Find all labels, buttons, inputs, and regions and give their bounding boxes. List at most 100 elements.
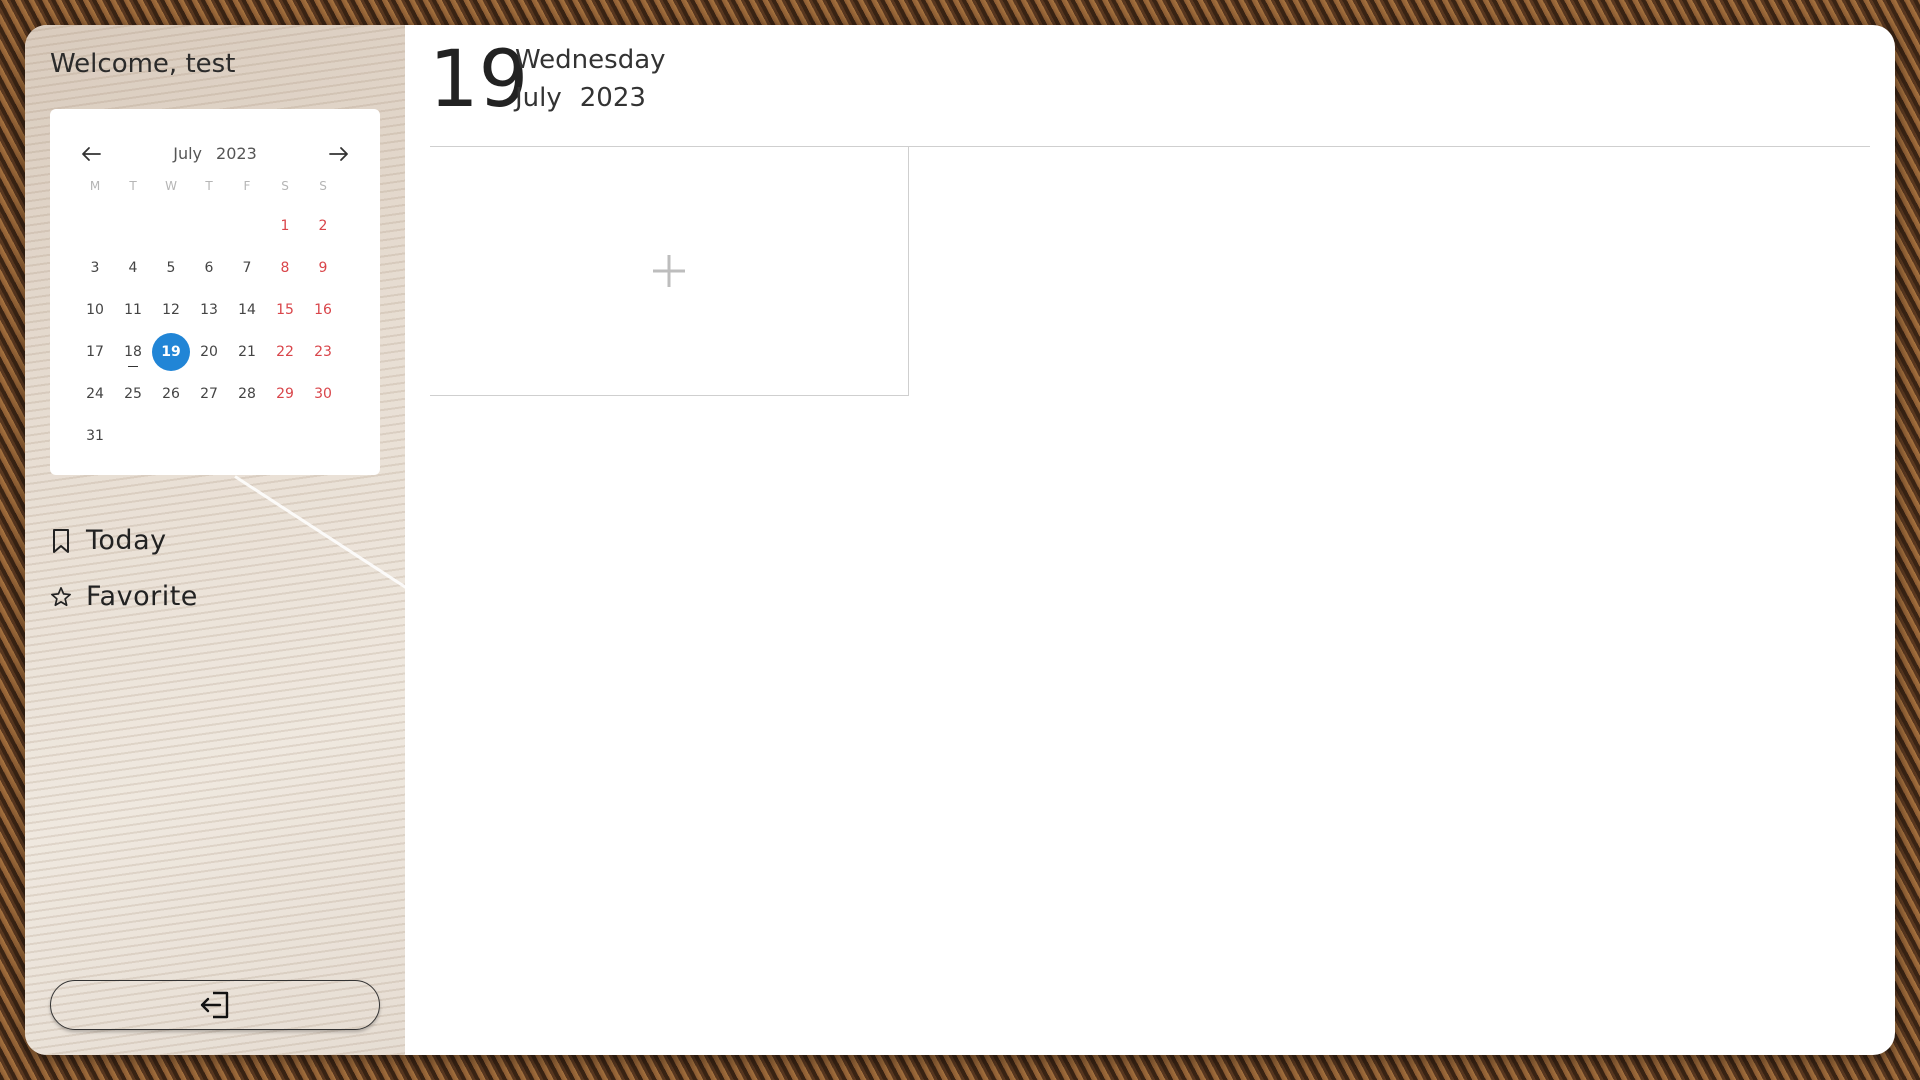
header-month: July — [515, 83, 562, 113]
calendar-day-number: 7 — [242, 260, 252, 276]
calendar-day[interactable]: 1 — [266, 205, 304, 247]
plus-icon — [653, 255, 685, 287]
star-icon — [51, 586, 71, 606]
calendar-day-number: 11 — [124, 302, 142, 318]
calendar-day-number: 27 — [200, 386, 218, 402]
calendar-day[interactable]: 24 — [76, 373, 114, 415]
calendar-day[interactable]: 13 — [190, 289, 228, 331]
calendar-day[interactable]: 31 — [76, 415, 114, 457]
calendar-empty-cell — [114, 415, 152, 457]
calendar-day-number: 29 — [276, 386, 294, 402]
weekday-label: Wednesday — [515, 45, 666, 75]
calendar-day[interactable]: 12 — [152, 289, 190, 331]
calendar-days: 1 2 3 4 5 6 7 8 9 10 11 12 13 14 15 16 17 18 19 20 21 22 23 24 2… — [76, 205, 361, 457]
calendar-day[interactable]: 9 — [304, 247, 342, 289]
calendar-day[interactable]: 21 — [228, 331, 266, 373]
logout-button[interactable] — [50, 980, 380, 1030]
calendar-day-number: 3 — [90, 260, 100, 276]
calendar-day-number: 28 — [238, 386, 256, 402]
weekday-header: T — [205, 179, 213, 193]
next-month-button[interactable] — [324, 139, 354, 169]
calendar-day[interactable]: 27 — [190, 373, 228, 415]
calendar-day-number: 9 — [318, 260, 328, 276]
calendar-week-row: 12 — [76, 205, 361, 247]
main-panel: 19 Wednesday July 2023 — [405, 25, 1895, 1055]
calendar-day-number: 22 — [276, 344, 294, 360]
calendar-day-number: 31 — [86, 428, 104, 444]
calendar-week-row: 31 — [76, 415, 361, 457]
app-window: Welcome, test July 2023 MTWTFSS 123 4 5 … — [25, 25, 1895, 1055]
calendar-day-number: 16 — [314, 302, 332, 318]
calendar-day-number: 21 — [238, 344, 256, 360]
calendar-day-number: 19 — [152, 333, 190, 371]
header-year: 2023 — [579, 83, 646, 113]
calendar-day-number: 13 — [200, 302, 218, 318]
calendar-day-number: 2 — [318, 218, 328, 234]
calendar-day[interactable]: 2 — [304, 205, 342, 247]
calendar-empty-cell — [114, 205, 152, 247]
weekday-header-row: MTWTFSS — [76, 179, 361, 193]
calendar-empty-cell — [76, 205, 114, 247]
calendar-day-number: 17 — [86, 344, 104, 360]
weekday-header: W — [165, 179, 177, 193]
weekday-header: T — [129, 179, 137, 193]
calendar-day[interactable]: 22 — [266, 331, 304, 373]
bookmark-icon — [53, 528, 69, 553]
weekday-header: M — [89, 179, 101, 193]
calendar-day[interactable]: 26 — [152, 373, 190, 415]
welcome-text: Welcome, test — [50, 49, 236, 79]
calendar-day[interactable]: 14 — [228, 289, 266, 331]
nav-item-favorite[interactable]: Favorite — [50, 581, 198, 612]
calendar-empty-cell — [266, 415, 304, 457]
nav-item-label: Today — [86, 525, 167, 556]
calendar-day-number: 5 — [166, 260, 176, 276]
calendar-year[interactable]: 2023 — [216, 144, 257, 163]
add-task-card[interactable] — [430, 147, 909, 396]
calendar-day[interactable]: 11 — [114, 289, 152, 331]
calendar-day[interactable]: 3 — [76, 247, 114, 289]
calendar-week-row: 17 18 19 20 21 22 23 — [76, 331, 361, 373]
calendar-empty-cell — [228, 205, 266, 247]
calendar-day[interactable]: 25 — [114, 373, 152, 415]
calendar-day[interactable]: 4 — [114, 247, 152, 289]
nav-item-label: Favorite — [86, 581, 198, 612]
calendar-day-number: 18 — [124, 344, 142, 360]
calendar-day[interactable]: 20 — [190, 331, 228, 373]
calendar-day-number: 14 — [238, 302, 256, 318]
calendar-empty-cell — [228, 415, 266, 457]
day-number: 19 — [429, 35, 529, 125]
nav-item-today[interactable]: Today — [50, 525, 167, 556]
calendar-empty-cell — [304, 415, 342, 457]
calendar-day[interactable]: 8 — [266, 247, 304, 289]
calendar-day[interactable]: 19 — [152, 331, 190, 373]
calendar-day[interactable]: 28 — [228, 373, 266, 415]
calendar-day-number: 8 — [280, 260, 290, 276]
calendar-month[interactable]: July — [173, 144, 202, 163]
calendar-day[interactable]: 5 — [152, 247, 190, 289]
calendar-empty-cell — [152, 415, 190, 457]
sidebar: Welcome, test July 2023 MTWTFSS 123 4 5 … — [25, 25, 405, 1055]
calendar-day[interactable]: 16 — [304, 289, 342, 331]
calendar-day[interactable]: 10 — [76, 289, 114, 331]
calendar-day-number: 24 — [86, 386, 104, 402]
calendar-empty-cell — [152, 205, 190, 247]
calendar-day[interactable]: 17 — [76, 331, 114, 373]
calendar-day[interactable]: 18 — [114, 331, 152, 373]
calendar-day-number: 26 — [162, 386, 180, 402]
calendar-empty-cell — [190, 415, 228, 457]
calendar-day-number: 25 — [124, 386, 142, 402]
calendar-day-number: 12 — [162, 302, 180, 318]
calendar-day[interactable]: 23 — [304, 331, 342, 373]
calendar-day-number: 1 — [280, 218, 290, 234]
calendar-day[interactable]: 29 — [266, 373, 304, 415]
arrow-right-icon — [329, 147, 348, 161]
calendar-empty-cell — [190, 205, 228, 247]
calendar-week-row: 3 4 5 6 7 8 9 — [76, 247, 361, 289]
logout-icon — [200, 991, 229, 1019]
calendar-day[interactable]: 15 — [266, 289, 304, 331]
calendar-day[interactable]: 30 — [304, 373, 342, 415]
weekday-header: F — [243, 179, 251, 193]
calendar-day[interactable]: 7 — [228, 247, 266, 289]
calendar-day-number: 6 — [204, 260, 214, 276]
calendar-day[interactable]: 6 — [190, 247, 228, 289]
